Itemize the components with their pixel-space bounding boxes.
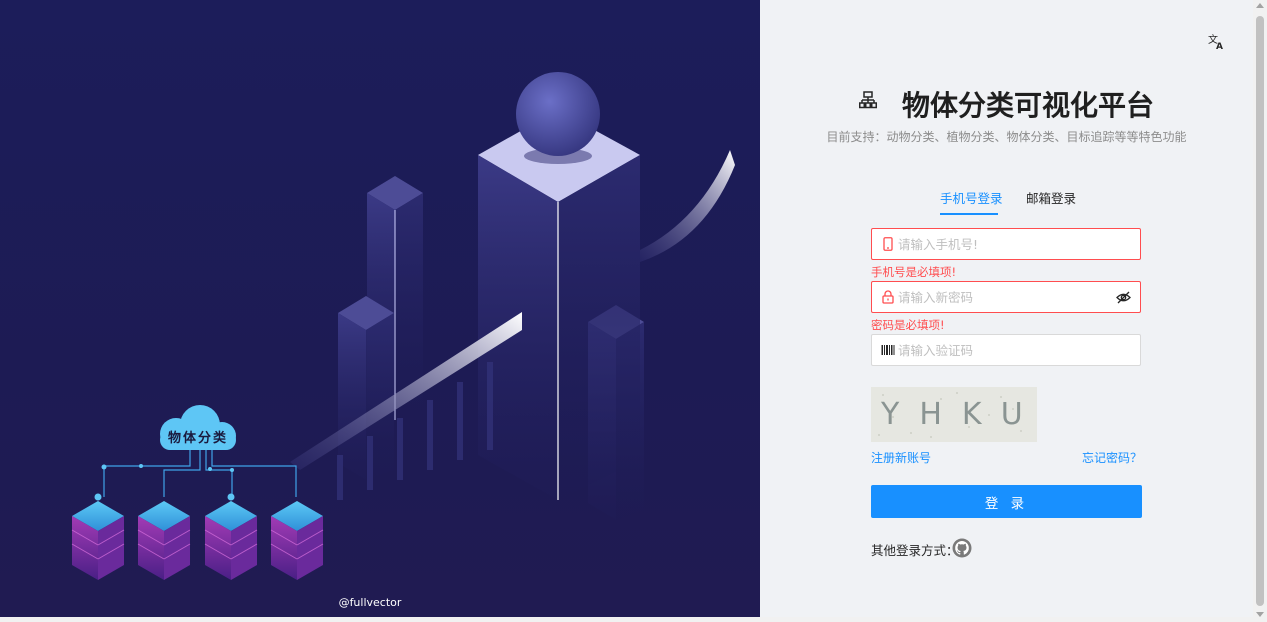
password-field [871,281,1141,313]
scroll-down-arrow-icon[interactable] [1256,612,1264,617]
mobile-icon [883,237,893,251]
brand: 物体分类可视化平台 [760,84,1253,124]
lock-icon [882,290,894,304]
phone-error: 手机号是必填项! [871,265,957,279]
captcha-image[interactable]: YHKU [871,387,1037,442]
captcha-field [871,334,1141,366]
page-title: 物体分类可视化平台 [902,89,1155,122]
phone-field [871,228,1141,260]
captcha-text: YHKU [881,397,1037,432]
horizontal-scrollbar [0,617,1253,622]
isometric-city-illustration [71,72,735,580]
translate-icon[interactable]: 文 A [1208,32,1226,50]
eye-invisible-icon[interactable] [1116,290,1131,305]
register-link[interactable]: 注册新账号 [871,449,931,466]
captcha-input[interactable] [898,335,1108,365]
active-tab-indicator [940,213,998,215]
password-input[interactable] [898,282,1108,312]
login-illustration: 物体分类 @fullvector [0,0,760,617]
password-error: 密码是必填项! [871,318,945,332]
github-icon[interactable] [952,538,972,558]
sitemap-icon [858,91,877,109]
svg-text:A: A [1216,42,1223,50]
server-stacks [71,501,324,580]
scroll-up-arrow-icon[interactable] [1256,3,1264,8]
page-subtitle: 目前支持：动物分类、植物分类、物体分类、目标追踪等等特色功能 [826,130,1187,144]
forgot-password-link[interactable]: 忘记密码？ [1082,449,1142,466]
illustration-credit: @fullvector [338,596,402,609]
phone-input[interactable] [898,229,1108,259]
login-button[interactable]: 登 录 [871,485,1142,518]
tab-phone-login[interactable]: 手机号登录 [940,188,1003,207]
other-login-label: 其他登录方式： [871,543,959,558]
tab-email-login[interactable]: 邮箱登录 [1026,188,1076,207]
login-panel: 文 A 物体分类可视化平台 目前支持：动物分类、植物分类、物体分类、目标追踪等等… [760,0,1253,617]
scroll-thumb[interactable] [1256,16,1264,606]
barcode-icon [881,345,895,355]
vertical-scrollbar[interactable] [1253,0,1267,622]
cloud-label: 物体分类 [167,431,228,446]
